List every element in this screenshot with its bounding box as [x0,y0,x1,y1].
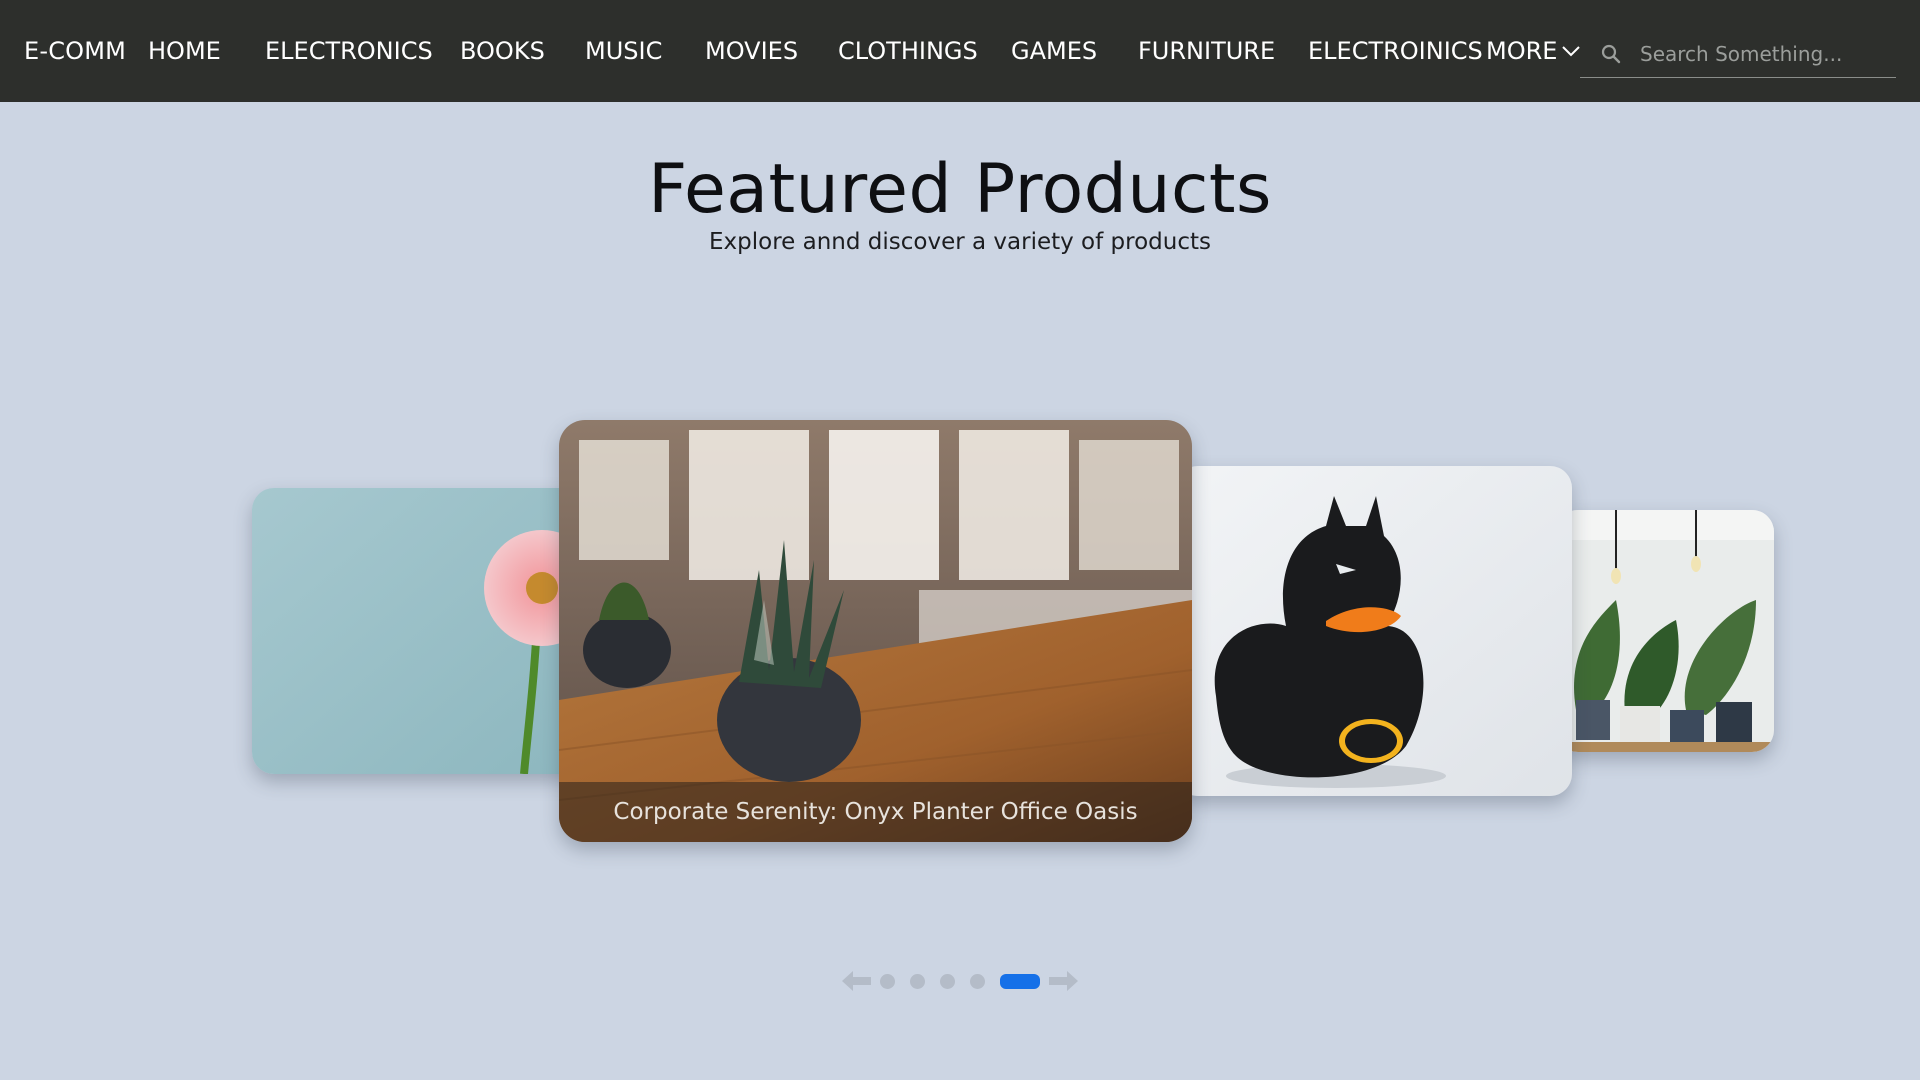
duck-image [1176,466,1572,796]
arrow-left-icon[interactable] [839,968,873,994]
planter-image [559,420,1192,842]
carousel-dot-1[interactable] [880,974,895,989]
carousel-dot-5-active[interactable] [1000,974,1040,989]
carousel-dot-4[interactable] [970,974,985,989]
carousel-dot-2[interactable] [910,974,925,989]
arrow-right-icon[interactable] [1047,968,1081,994]
carousel-pagination [836,966,1086,996]
slide-caption: Corporate Serenity: Onyx Planter Office … [559,782,1192,842]
carousel-dot-3[interactable] [940,974,955,989]
product-carousel: Corporate Serenity: Onyx Planter Office … [0,0,1920,1080]
carousel-slide-planter[interactable]: Corporate Serenity: Onyx Planter Office … [559,420,1192,842]
carousel-slide-duck[interactable] [1176,466,1572,796]
carousel-slide-flower[interactable] [252,488,582,774]
plants-image [1556,510,1774,752]
carousel-slide-plants[interactable] [1556,510,1774,752]
flower-image [252,488,582,774]
